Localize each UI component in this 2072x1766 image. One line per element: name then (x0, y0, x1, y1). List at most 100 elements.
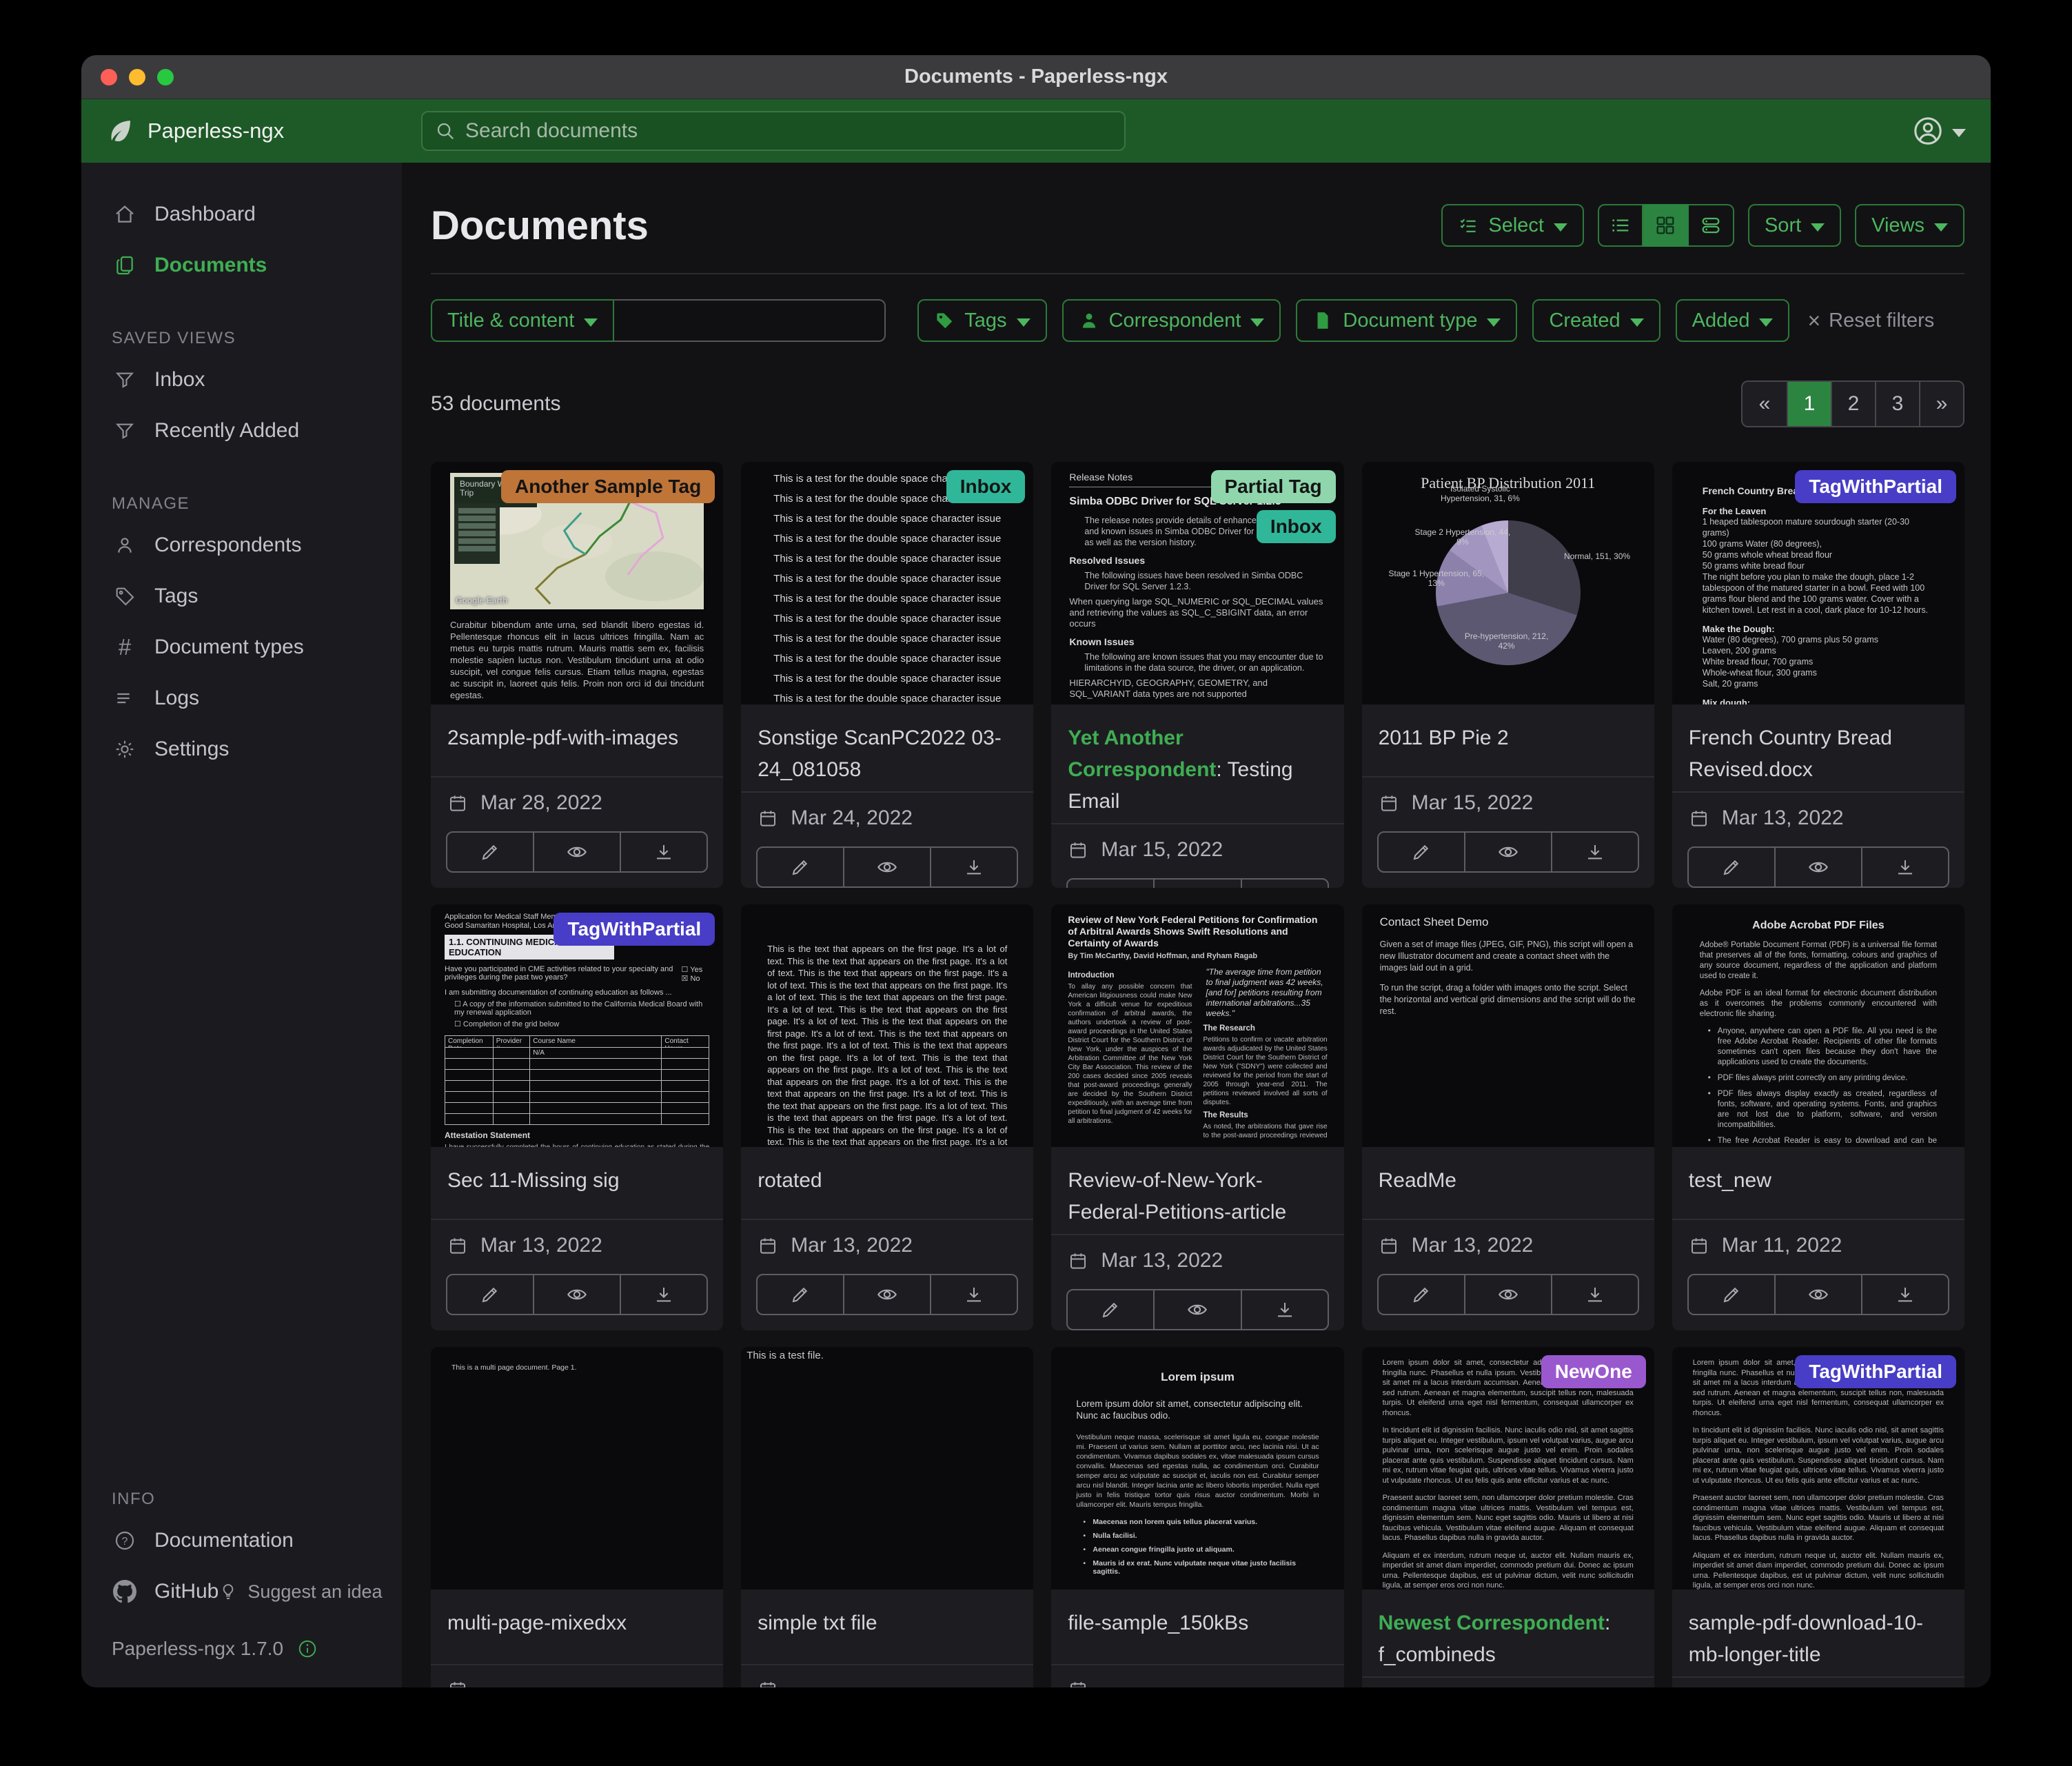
views-button[interactable]: Views (1855, 204, 1964, 247)
download-document-button[interactable] (1551, 1275, 1638, 1314)
sidebar-item-logs[interactable]: Logs (81, 673, 402, 724)
document-thumbnail[interactable]: This is a test for the double space char… (741, 462, 1033, 704)
edit-document-button[interactable] (1068, 880, 1153, 888)
sidebar-item-correspondents[interactable]: Correspondents (81, 520, 402, 571)
sidebar-item-dashboard[interactable]: Dashboard (81, 189, 402, 240)
document-thumbnail[interactable]: Application for Medical Staff Membership… (431, 904, 723, 1147)
view-document-button[interactable] (1153, 880, 1240, 888)
document-card[interactable]: This is a multi page document. Page 1. m… (431, 1347, 723, 1687)
edit-document-button[interactable] (1068, 1290, 1153, 1329)
sidebar-item-tags[interactable]: Tags (81, 571, 402, 622)
view-document-button[interactable] (1774, 848, 1861, 886)
edit-document-button[interactable] (447, 1275, 533, 1314)
document-title[interactable]: rotated (741, 1147, 1033, 1202)
sidebar-item-recently-added[interactable]: Recently Added (81, 405, 402, 456)
close-window-button[interactable] (101, 69, 117, 85)
document-card[interactable]: Release NotesSimba ODBC Driver for SQL S… (1051, 462, 1343, 888)
sidebar-item-settings[interactable]: Settings (81, 724, 402, 775)
reset-filters-button[interactable]: × Reset filters (1807, 309, 1934, 332)
document-card[interactable]: This is the text that appears on the fir… (741, 904, 1033, 1330)
sort-button[interactable]: Sort (1748, 204, 1841, 247)
view-document-button[interactable] (843, 848, 930, 886)
document-thumbnail[interactable]: Release NotesSimba ODBC Driver for SQL S… (1051, 462, 1343, 704)
document-card[interactable]: This is a test for the double space char… (741, 462, 1033, 888)
document-card[interactable]: Patient BP Distribution 2011Normal, 151,… (1362, 462, 1654, 888)
tags-filter-button[interactable]: Tags (917, 299, 1046, 342)
document-title[interactable]: Sonstige ScanPC2022 03-24_081058 (741, 704, 1033, 791)
edit-document-button[interactable] (758, 1275, 843, 1314)
title-content-filter-input[interactable] (614, 299, 886, 342)
edit-document-button[interactable] (1379, 1275, 1464, 1314)
search-input[interactable] (465, 119, 1112, 143)
list-view-button[interactable] (1598, 204, 1643, 247)
tag-badge[interactable]: TagWithPartial (1795, 470, 1956, 503)
download-document-button[interactable] (930, 1275, 1017, 1314)
document-title[interactable]: Sec 11-Missing sig (431, 1147, 723, 1202)
sidebar-item-documentation[interactable]: ? Documentation (81, 1515, 402, 1566)
document-card[interactable]: Contact Sheet DemoGiven a set of image f… (1362, 904, 1654, 1330)
document-type-filter-button[interactable]: Document type (1296, 299, 1517, 342)
document-card[interactable]: Lorem ipsum dolor sit amet, consectetur … (1362, 1347, 1654, 1687)
minimize-window-button[interactable] (129, 69, 145, 85)
tag-badge[interactable]: Another Sample Tag (501, 470, 715, 503)
tag-badge[interactable]: Inbox (1257, 510, 1336, 543)
user-menu[interactable] (1912, 115, 1966, 147)
edit-document-button[interactable] (1689, 848, 1774, 886)
document-thumbnail[interactable]: This is a test file. (741, 1347, 1033, 1590)
edit-document-button[interactable] (758, 848, 843, 886)
suggest-idea-link[interactable]: Suggest an idea (219, 1581, 382, 1603)
document-title[interactable]: Review-of-New-York-Federal-Petitions-art… (1051, 1147, 1343, 1234)
pagination-page-3[interactable]: 3 (1875, 382, 1919, 426)
download-document-button[interactable] (1551, 833, 1638, 871)
document-thumbnail[interactable]: French Country BreadFor the Leaven1 heap… (1672, 462, 1964, 704)
edit-document-button[interactable] (1379, 833, 1464, 871)
document-thumbnail[interactable]: Review of New York Federal Petitions for… (1051, 904, 1343, 1147)
document-thumbnail[interactable]: Contact Sheet DemoGiven a set of image f… (1362, 904, 1654, 1147)
view-document-button[interactable] (843, 1275, 930, 1314)
document-thumbnail[interactable]: Boundary Waters TripGoogle EarthCurabitu… (431, 462, 723, 704)
app-brand[interactable]: Paperless-ngx (106, 117, 421, 145)
title-content-filter-button[interactable]: Title & content (431, 299, 614, 342)
zoom-window-button[interactable] (157, 69, 174, 85)
document-title[interactable]: multi-page-mixedxx (431, 1590, 723, 1645)
view-document-button[interactable] (533, 833, 620, 871)
document-thumbnail[interactable]: This is the text that appears on the fir… (741, 904, 1033, 1147)
document-card[interactable]: Lorem ipsumLorem ipsum dolor sit amet, c… (1051, 1347, 1343, 1687)
download-document-button[interactable] (620, 1275, 707, 1314)
view-document-button[interactable] (1464, 1275, 1551, 1314)
document-card[interactable]: Application for Medical Staff Membership… (431, 904, 723, 1330)
document-thumbnail[interactable]: Lorem ipsum dolor sit amet, consectetur … (1672, 1347, 1964, 1590)
document-card[interactable]: Review of New York Federal Petitions for… (1051, 904, 1343, 1330)
document-correspondent-link[interactable]: Newest Correspondent (1379, 1612, 1605, 1634)
sidebar-item-github[interactable]: GitHub (81, 1566, 219, 1617)
download-document-button[interactable] (1241, 880, 1328, 888)
info-circle-icon[interactable] (297, 1638, 318, 1659)
document-title[interactable]: Yet Another Correspondent: Testing Email (1051, 704, 1343, 823)
sidebar-item-document-types[interactable]: # Document types (81, 622, 402, 673)
document-title[interactable]: sample-pdf-download-10-mb-longer-title (1672, 1590, 1964, 1676)
document-thumbnail[interactable]: Patient BP Distribution 2011Normal, 151,… (1362, 462, 1654, 704)
download-document-button[interactable] (1861, 848, 1948, 886)
download-document-button[interactable] (1241, 1290, 1328, 1329)
document-card[interactable]: French Country BreadFor the Leaven1 heap… (1672, 462, 1964, 888)
document-title[interactable]: 2011 BP Pie 2 (1362, 704, 1654, 760)
tag-badge[interactable]: Partial Tag (1211, 470, 1336, 503)
select-button[interactable]: Select (1441, 204, 1584, 247)
document-card[interactable]: Adobe Acrobat PDF FilesAdobe® Portable D… (1672, 904, 1964, 1330)
document-thumbnail[interactable]: This is a multi page document. Page 1. (431, 1347, 723, 1590)
document-correspondent-link[interactable]: Yet Another Correspondent (1068, 727, 1216, 781)
added-filter-button[interactable]: Added (1676, 299, 1790, 342)
pagination-next[interactable]: » (1919, 382, 1963, 426)
document-thumbnail[interactable]: Lorem ipsumLorem ipsum dolor sit amet, c… (1051, 1347, 1343, 1590)
pagination-page-1[interactable]: 1 (1787, 382, 1831, 426)
document-title[interactable]: French Country Bread Revised.docx (1672, 704, 1964, 791)
document-thumbnail[interactable]: Adobe Acrobat PDF FilesAdobe® Portable D… (1672, 904, 1964, 1147)
document-card[interactable]: Boundary Waters TripGoogle EarthCurabitu… (431, 462, 723, 888)
view-document-button[interactable] (1153, 1290, 1240, 1329)
document-title[interactable]: file-sample_150kBs (1051, 1590, 1343, 1645)
edit-document-button[interactable] (1689, 1275, 1774, 1314)
document-card[interactable]: This is a test file. simple txt file (741, 1347, 1033, 1687)
document-card[interactable]: Lorem ipsum dolor sit amet, consectetur … (1672, 1347, 1964, 1687)
created-filter-button[interactable]: Created (1532, 299, 1660, 342)
view-document-button[interactable] (533, 1275, 620, 1314)
